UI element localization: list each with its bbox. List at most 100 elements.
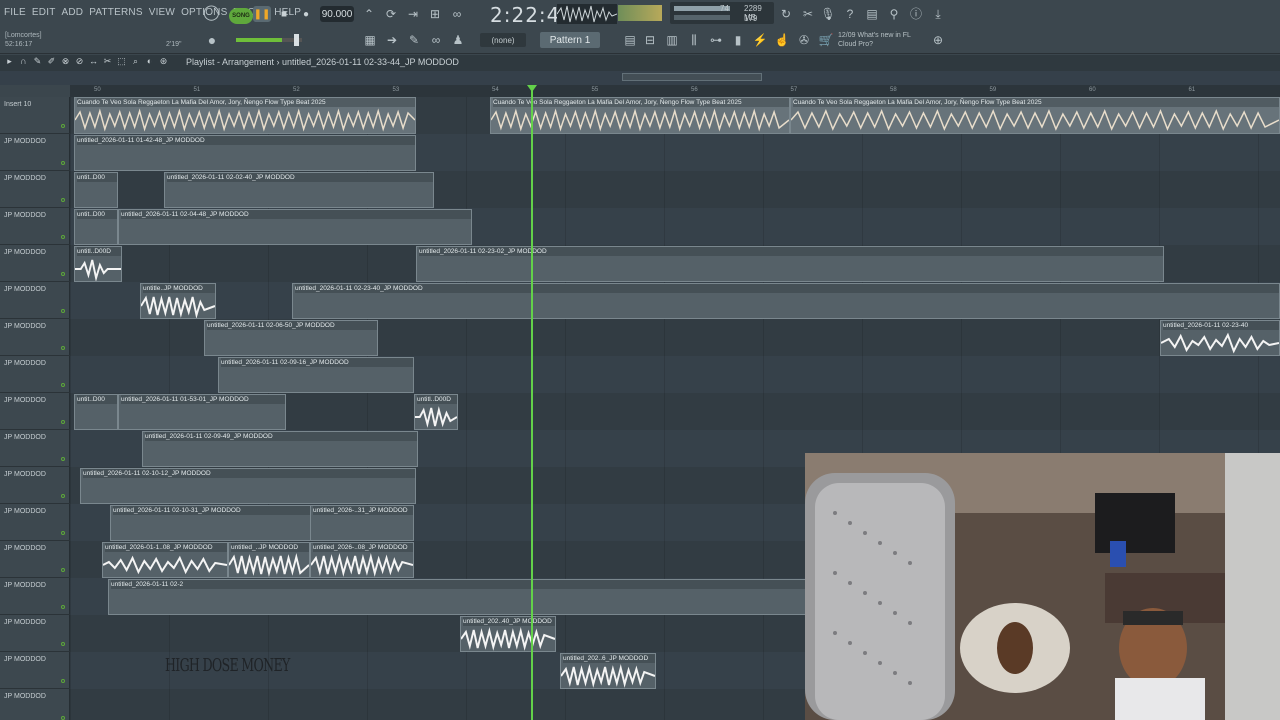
playlist-icon[interactable]: ▤	[622, 32, 638, 48]
track-enable-toggle[interactable]	[61, 198, 65, 202]
audio-clip[interactable]: untitled_2026-01-11 02-10-12_JP MODDOD	[80, 468, 416, 504]
audio-clip[interactable]: Cuando Te Veo Sola Reggaeton La Mafia De…	[74, 97, 416, 134]
tool-zoom-icon[interactable]: ⌕	[130, 56, 141, 67]
plugin-picker-icon[interactable]: ⚡	[752, 32, 768, 48]
track-header[interactable]: JP MODDOD	[0, 393, 70, 430]
loop-record-icon[interactable]: ⟳	[383, 6, 399, 22]
track-enable-toggle[interactable]	[61, 716, 65, 720]
audio-clip[interactable]: untitled_2026-01-11 02-10-31_JP MODDOD	[110, 505, 312, 541]
piano-roll-icon[interactable]: ▦	[362, 32, 378, 48]
track-header[interactable]: Insert 10	[0, 97, 70, 134]
track-header[interactable]: JP MODDOD	[0, 245, 70, 282]
track-enable-toggle[interactable]	[61, 161, 65, 165]
blend-notes-icon[interactable]: ⊞	[427, 6, 443, 22]
tool-delete-icon[interactable]: ⊗	[60, 56, 71, 67]
timeline-ruler[interactable]: 50 51 52 53 54 55 56 57 58 59 60 61	[70, 85, 1280, 97]
track-header[interactable]: JP MODDOD	[0, 467, 70, 504]
track-enable-toggle[interactable]	[61, 642, 65, 646]
master-volume-knob-icon[interactable]: ●	[204, 32, 220, 48]
cart-icon[interactable]: 🛒	[818, 32, 834, 48]
audio-clip[interactable]: untitled_2026-..08_JP MODDOD	[310, 542, 414, 578]
record-arm-icon[interactable]: ✇	[796, 32, 812, 48]
menu-view[interactable]: VIEW	[149, 7, 175, 18]
news-panel[interactable]: 12/09 What's new in FL Cloud Pro?	[838, 31, 928, 49]
tempo-display[interactable]: 90.000	[320, 6, 354, 22]
pattern-source-select[interactable]: (none)	[480, 33, 526, 47]
track-enable-toggle[interactable]	[61, 309, 65, 313]
track-header[interactable]: JP MODDOD	[0, 504, 70, 541]
countdown-icon[interactable]: ∞	[449, 6, 465, 22]
playhead[interactable]	[531, 85, 533, 720]
undo-icon[interactable]: ↻	[778, 6, 794, 22]
tool-slip-icon[interactable]: ↔	[88, 56, 99, 67]
track-enable-toggle[interactable]	[61, 124, 65, 128]
pencil-icon[interactable]: ✎	[406, 32, 422, 48]
track-header[interactable]: JP MODDOD	[0, 430, 70, 467]
stamp-icon[interactable]: ♟	[450, 32, 466, 48]
track-header[interactable]: JP MODDOD	[0, 319, 70, 356]
globe-icon[interactable]: ⊕	[930, 32, 946, 48]
tool-arrangement-icon[interactable]: ⊛	[158, 56, 169, 67]
audio-clip[interactable]: untit..D00	[74, 209, 118, 245]
track-header[interactable]: JP MODDOD	[0, 282, 70, 319]
audio-clip[interactable]: untitled_202..40_JP MODDOD	[460, 616, 556, 652]
cut-icon[interactable]: ✂	[800, 6, 816, 22]
browser-icon[interactable]: ⊶	[708, 32, 724, 48]
tool-draw-icon[interactable]: ✎	[32, 56, 43, 67]
track-enable-toggle[interactable]	[61, 605, 65, 609]
audio-clip[interactable]: untitled_..JP MODDOD	[228, 542, 310, 578]
song-mode-toggle[interactable]: SONG	[229, 8, 253, 24]
track-header[interactable]: JP MODDOD	[0, 652, 70, 689]
audio-clip[interactable]: untitl..D00D	[414, 394, 458, 430]
touch-icon[interactable]: ☝	[774, 32, 790, 48]
arrow-icon[interactable]: ➔	[384, 32, 400, 48]
menu-add[interactable]: ADD	[62, 7, 84, 18]
tool-mute-icon[interactable]: ⊘	[74, 56, 85, 67]
tool-paint-icon[interactable]: ✐	[46, 56, 57, 67]
pattern-selector[interactable]: Pattern 1	[540, 32, 600, 48]
plugin-icon[interactable]: ⚲	[886, 6, 902, 22]
audio-clip[interactable]: untitled_202..6_JP MODDOD	[560, 653, 656, 689]
audio-clip[interactable]: untitl..D00D	[74, 246, 122, 282]
tool-slice-icon[interactable]: ✂	[102, 56, 113, 67]
audio-clip[interactable]: untitled_2026-01-1..08_JP MODDOD	[102, 542, 228, 578]
track-enable-toggle[interactable]	[61, 346, 65, 350]
tool-playback-icon[interactable]: ◐	[144, 56, 155, 67]
menu-file[interactable]: FILE	[4, 7, 26, 18]
master-pitch-icon[interactable]: ◯	[203, 5, 220, 21]
audio-clip[interactable]: untitled_2026-01-11 01-53-01_JP MODDOD	[118, 394, 286, 430]
playhead-marker[interactable]	[527, 85, 537, 92]
track-enable-toggle[interactable]	[61, 420, 65, 424]
audio-clip[interactable]: untitled_2026-01-11 02-09-16_JP MODDOD	[218, 357, 414, 393]
audio-clip[interactable]: untit..D00	[74, 394, 118, 430]
track-enable-toggle[interactable]	[61, 568, 65, 572]
mic-icon[interactable]: 🎙	[820, 6, 836, 22]
track-header[interactable]: JP MODDOD	[0, 689, 70, 720]
step-edit-icon[interactable]: ⇥	[405, 6, 421, 22]
track-header[interactable]: JP MODDOD	[0, 356, 70, 393]
audio-clip[interactable]: Cuando Te Veo Sola Reggaeton La Mafia De…	[490, 97, 790, 134]
audio-clip[interactable]: untitled_2026-01-11 02-09-49_JP MODDOD	[142, 431, 418, 467]
track-header[interactable]: JP MODDOD	[0, 541, 70, 578]
piano-icon[interactable]: ▥	[664, 32, 680, 48]
info-icon[interactable]: ⓘ	[908, 6, 924, 22]
menu-edit[interactable]: EDIT	[32, 7, 56, 18]
audio-clip[interactable]: untitled_2026-01-11 02-23-40_JP MODDOD	[292, 283, 1280, 319]
audio-clip[interactable]: untitled_2026-..31_JP MODDOD	[310, 505, 414, 541]
playlist-overview[interactable]	[0, 71, 1280, 85]
master-volume-handle[interactable]	[294, 34, 299, 46]
record-button[interactable]: ●	[297, 6, 315, 22]
audio-clip[interactable]: untitled_2026-01-11 02-06-50_JP MODDOD	[204, 320, 378, 356]
save-icon[interactable]: ▤	[864, 6, 880, 22]
audio-clip[interactable]: untitled_2026-01-11 02-23-40	[1160, 320, 1280, 356]
audio-clip[interactable]: untitle..JP MODDOD	[140, 283, 216, 319]
menu-patterns[interactable]: PATTERNS	[89, 7, 142, 18]
download-icon[interactable]: ⤓	[930, 6, 946, 22]
audio-clip[interactable]: Cuando Te Veo Sola Reggaeton La Mafia De…	[790, 97, 1280, 134]
play-button[interactable]: ❚❚	[253, 6, 271, 22]
track-header[interactable]: JP MODDOD	[0, 171, 70, 208]
audio-clip[interactable]: untitled_2026-01-11 02-2	[108, 579, 806, 615]
track-enable-toggle[interactable]	[61, 531, 65, 535]
track-enable-toggle[interactable]	[61, 383, 65, 387]
track-enable-toggle[interactable]	[61, 457, 65, 461]
